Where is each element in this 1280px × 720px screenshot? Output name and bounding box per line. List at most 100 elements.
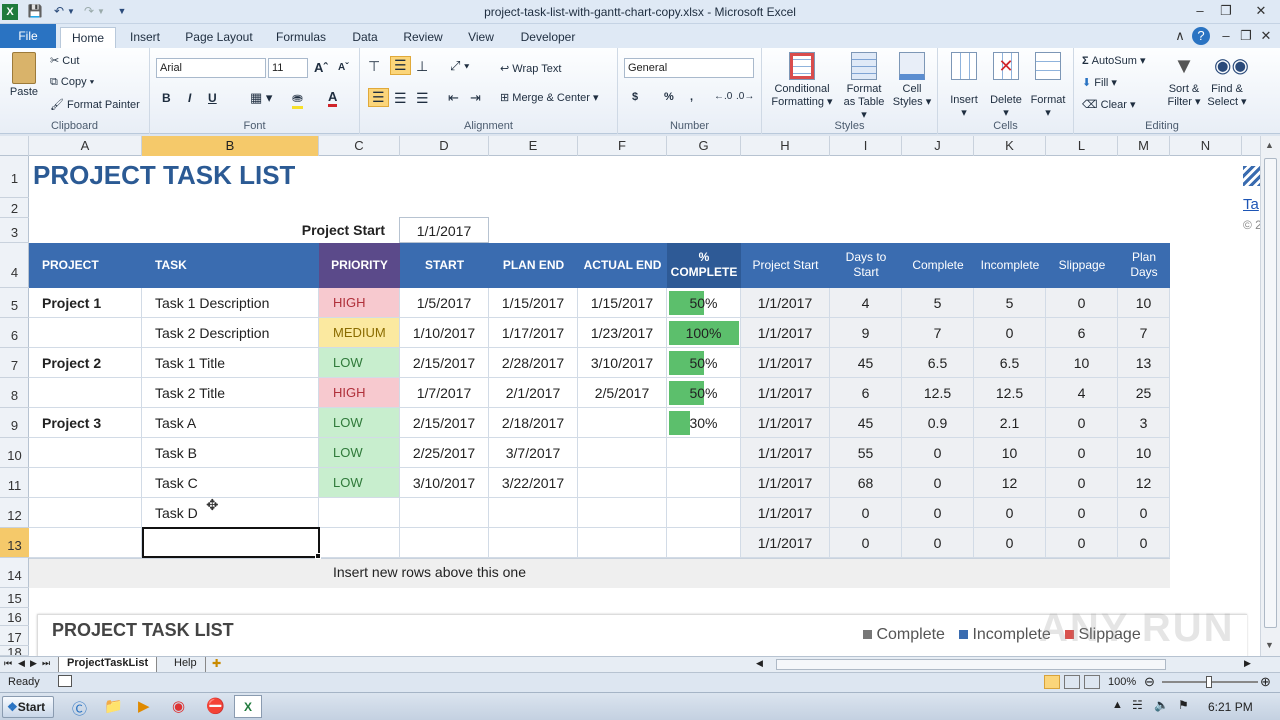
scroll-up-icon[interactable]: ▲ (1265, 140, 1274, 150)
format-painter-button[interactable]: 🖌 Format Painter (50, 98, 140, 111)
conditional-formatting-button[interactable]: Conditional Formatting ▾ (766, 52, 838, 109)
cut-button[interactable]: ✂ Cut (50, 54, 79, 67)
merge-center-button[interactable]: ⊞ Merge & Center ▾ (500, 91, 599, 104)
column-header-d[interactable]: D (400, 136, 489, 156)
tab-view[interactable]: View (458, 27, 504, 48)
cell-incomp[interactable]: 10 (974, 438, 1046, 468)
format-as-table-button[interactable]: Format as Table ▾ (840, 52, 888, 122)
column-header-n[interactable]: N (1170, 136, 1242, 156)
tab-file[interactable]: File (0, 24, 56, 48)
column-header-j[interactable]: J (902, 136, 974, 156)
column-header-a[interactable]: A (29, 136, 142, 156)
minimize-ribbon-icon[interactable]: ∧ (1168, 27, 1192, 45)
borders-icon[interactable]: ▦ ▾ (250, 90, 272, 106)
cell-project[interactable] (29, 528, 142, 558)
insert-sheet-icon[interactable]: ✚ (212, 657, 221, 670)
cell-task[interactable]: Task C (142, 468, 319, 498)
currency-button[interactable]: $ (632, 91, 638, 103)
side-link[interactable]: Ta (1243, 196, 1259, 213)
macro-record-icon[interactable] (58, 675, 72, 687)
cell-ps[interactable]: 1/1/2017 (741, 438, 830, 468)
tray-arrow-icon[interactable]: ▲ (1112, 699, 1123, 711)
cell-incomp[interactable]: 2.1 (974, 408, 1046, 438)
cell-plan-end[interactable] (489, 528, 578, 558)
select-all-corner[interactable] (0, 136, 29, 156)
zoom-slider-thumb[interactable] (1206, 676, 1212, 688)
increase-indent-icon[interactable]: ⇥ (470, 90, 481, 106)
cell-days[interactable]: 0 (830, 498, 902, 528)
cell-plan[interactable]: 0 (1118, 528, 1170, 558)
cell-plan-end[interactable] (489, 498, 578, 528)
align-center-icon[interactable]: ☰ (394, 90, 407, 107)
zoom-out-icon[interactable]: ⊖ (1144, 674, 1155, 690)
align-right-icon[interactable]: ☰ (416, 90, 429, 107)
clock[interactable]: 6:21 PM (1208, 700, 1253, 714)
cell-comp[interactable]: 6.5 (902, 348, 974, 378)
comma-button[interactable]: , (690, 91, 693, 103)
worksheet[interactable]: PROJECT TASK LIST Project Start 1/1/2017… (29, 156, 1260, 656)
cell-project[interactable]: Project 1 (29, 288, 142, 318)
normal-view-icon[interactable] (1044, 675, 1060, 689)
zoom-in-icon[interactable]: ⊕ (1260, 674, 1271, 690)
percent-button[interactable]: % (664, 91, 674, 103)
cell-task[interactable]: Task 1 Title (142, 348, 319, 378)
fill-button[interactable]: ⬇ Fill ▾ (1082, 76, 1117, 89)
cell-comp[interactable]: 7 (902, 318, 974, 348)
autosum-button[interactable]: Σ AutoSum ▾ (1082, 54, 1146, 67)
cell-days[interactable]: 9 (830, 318, 902, 348)
cell-days[interactable]: 45 (830, 408, 902, 438)
cell-project[interactable] (29, 438, 142, 468)
cell-incomp[interactable]: 5 (974, 288, 1046, 318)
column-header-h[interactable]: H (741, 136, 830, 156)
cell-plan[interactable]: 10 (1118, 438, 1170, 468)
horizontal-scrollbar[interactable] (776, 659, 1166, 670)
row-header-4[interactable]: 4 (0, 243, 29, 288)
tab-home[interactable]: Home (60, 27, 116, 48)
cell-actual-end[interactable] (578, 498, 667, 528)
fill-color-icon[interactable]: ⛂ (292, 90, 303, 109)
cell-comp[interactable]: 0 (902, 498, 974, 528)
increase-decimal-icon[interactable]: ←.0 (714, 91, 732, 102)
tab-formulas[interactable]: Formulas (270, 27, 332, 48)
cell-priority[interactable]: LOW (319, 348, 400, 378)
page-break-view-icon[interactable] (1084, 675, 1100, 689)
minimize-icon[interactable]: – (1188, 2, 1212, 20)
cell-plan-end[interactable]: 2/18/2017 (489, 408, 578, 438)
cell-project[interactable]: Project 3 (29, 408, 142, 438)
row-header-10[interactable]: 10 (0, 438, 29, 468)
row-header-1[interactable]: 1 (0, 156, 29, 198)
cell-slip[interactable]: 4 (1046, 378, 1118, 408)
project-start-input[interactable]: 1/1/2017 (399, 217, 489, 243)
cell-plan-end[interactable]: 2/28/2017 (489, 348, 578, 378)
close-icon[interactable]: ✕ (1246, 2, 1276, 20)
cell-plan[interactable]: 10 (1118, 288, 1170, 318)
row-header-17[interactable]: 17 (0, 626, 29, 646)
cell-slip[interactable]: 0 (1046, 288, 1118, 318)
paste-button[interactable]: Paste (6, 52, 42, 99)
cell-slip[interactable]: 10 (1046, 348, 1118, 378)
cell-start[interactable] (400, 528, 489, 558)
cell-ps[interactable]: 1/1/2017 (741, 318, 830, 348)
cell-start[interactable]: 1/10/2017 (400, 318, 489, 348)
align-middle-icon[interactable]: ☰ (390, 56, 411, 75)
cell-styles-button[interactable]: Cell Styles ▾ (890, 52, 934, 109)
cell-priority[interactable]: LOW (319, 408, 400, 438)
vertical-scrollbar[interactable]: ▲ ▼ (1260, 136, 1280, 656)
cell-incomp[interactable]: 0 (974, 528, 1046, 558)
cell-ps[interactable]: 1/1/2017 (741, 348, 830, 378)
cell-days[interactable]: 45 (830, 348, 902, 378)
cell-plan[interactable]: 3 (1118, 408, 1170, 438)
cell-ps[interactable]: 1/1/2017 (741, 378, 830, 408)
column-header-i[interactable]: I (830, 136, 902, 156)
underline-button[interactable]: U (208, 91, 217, 105)
hscroll-right-icon[interactable]: ▶ (1244, 658, 1251, 669)
explorer-icon[interactable]: 📁 (104, 697, 123, 715)
cell-task[interactable]: Task B (142, 438, 319, 468)
cell-priority[interactable]: LOW (319, 438, 400, 468)
column-header-e[interactable]: E (489, 136, 578, 156)
row-header-14[interactable]: 14 (0, 558, 29, 588)
cell-ps[interactable]: 1/1/2017 (741, 528, 830, 558)
sheet-nav-next-icon[interactable]: ▶ (30, 658, 37, 669)
insert-cells-button[interactable]: Insert ▾ (942, 52, 986, 120)
cell-plan[interactable]: 7 (1118, 318, 1170, 348)
